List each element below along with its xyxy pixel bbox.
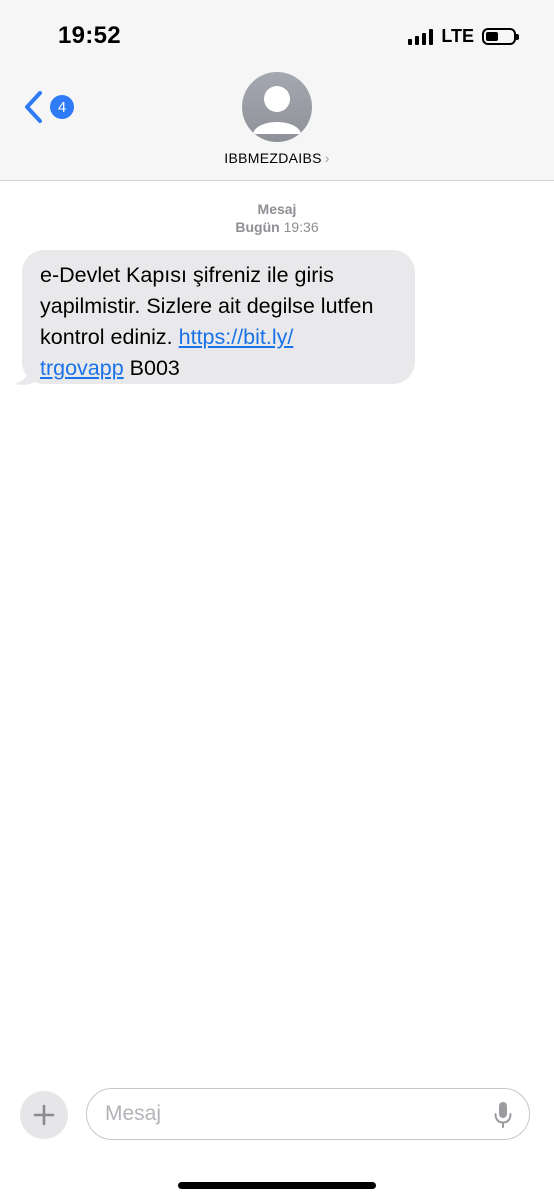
battery-icon [482,28,519,45]
back-button[interactable]: 4 [22,90,74,124]
message-link-part2: trgovapp [40,356,124,380]
network-type: LTE [441,26,474,46]
home-indicator [178,1182,376,1189]
incoming-message-bubble[interactable]: e-Devlet Kapısı şifreniz ile giris yapil… [22,250,415,384]
input-placeholder: Mesaj [105,1102,162,1125]
add-button[interactable] [20,1091,68,1139]
service-label: Mesaj [257,201,297,217]
status-time: 19:52 [58,22,121,49]
microphone-icon[interactable] [493,1101,513,1129]
chevron-right-icon: › [324,150,330,166]
timestamp-day: Bugün [235,219,280,235]
chevron-left-icon [25,91,42,123]
battery-tip [516,34,519,40]
plus-icon [33,1104,55,1126]
unread-count-badge: 4 [50,95,74,119]
message-code: B003 [123,356,180,380]
contact-avatar[interactable] [242,72,312,142]
navigation-header: 19:52 LTE 4 IBBMEZDAIBS › [0,0,554,181]
message-timestamp: Bugün 19:36 [0,219,554,235]
battery-level-fill [486,32,498,41]
signal-icon [408,28,434,45]
message-input[interactable]: Mesaj [86,1088,530,1140]
contact-name: IBBMEZDAIBS [224,150,322,166]
status-indicators: LTE [408,26,519,47]
message-link-part1: https://bit.ly/ [178,325,294,349]
timestamp-time: 19:36 [283,219,319,235]
contact-name-button[interactable]: IBBMEZDAIBS › [0,150,554,166]
person-icon [253,86,301,134]
